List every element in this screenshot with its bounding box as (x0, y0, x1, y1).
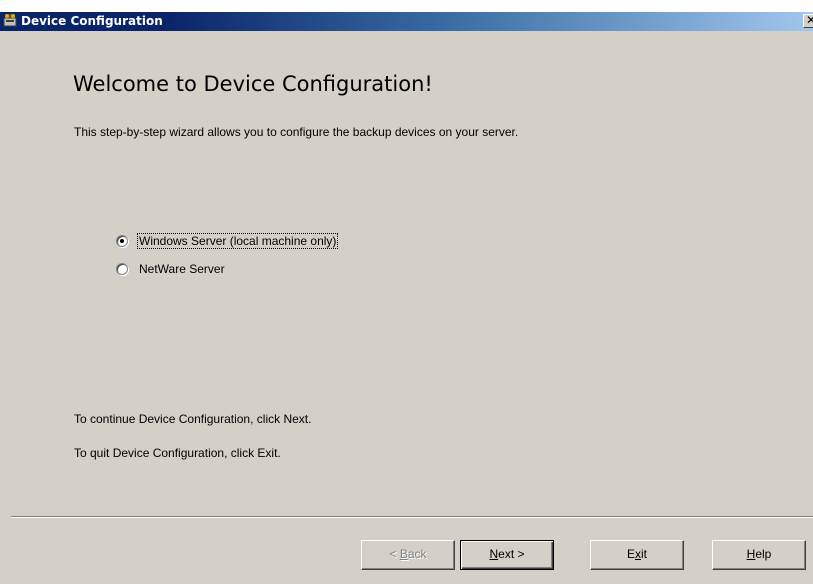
quit-instruction: To quit Device Configuration, click Exit… (74, 446, 281, 460)
close-button[interactable]: ✕ (803, 14, 813, 28)
radio-label-netware-server[interactable]: NetWare Server (138, 262, 226, 276)
window-title: Device Configuration (21, 14, 163, 28)
close-icon: ✕ (805, 13, 813, 27)
titlebar-bottom-strip (0, 31, 813, 38)
next-button[interactable]: Next > (460, 540, 554, 570)
back-button-accel: B (399, 547, 408, 561)
title-bar[interactable]: Device Configuration ✕ (0, 0, 813, 38)
help-button-rest: elp (755, 547, 772, 561)
help-button[interactable]: Help (712, 540, 806, 570)
exit-button-pre: E (626, 547, 635, 561)
exit-button-rest: it (641, 547, 647, 561)
wizard-description: This step-by-step wizard allows you to c… (74, 125, 519, 139)
back-button-rest: ack (407, 547, 427, 561)
device-configuration-window: Device Configuration ✕ Welcome to Device… (0, 0, 813, 584)
radio-button[interactable] (116, 235, 128, 247)
exit-button[interactable]: Exit (590, 540, 684, 570)
next-button-accel: N (489, 547, 499, 561)
titlebar-top-strip (0, 0, 813, 12)
radio-label-windows-server[interactable]: Windows Server (local machine only) (136, 233, 339, 249)
back-button[interactable]: < Back (361, 540, 455, 570)
device-config-icon (3, 14, 17, 27)
continue-instruction: To continue Device Configuration, click … (74, 412, 312, 426)
radio-button[interactable] (116, 263, 128, 275)
wizard-heading: Welcome to Device Configuration! (73, 72, 433, 96)
footer-separator-highlight (11, 517, 813, 518)
back-button-prefix: < (389, 547, 400, 561)
radio-selected-dot (120, 239, 124, 243)
next-button-rest: ext > (498, 547, 525, 561)
